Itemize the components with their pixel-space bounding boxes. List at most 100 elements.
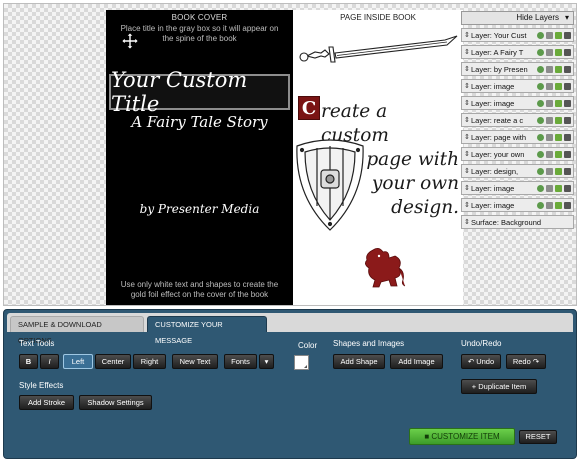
italic-button[interactable]: I [40, 354, 59, 369]
customize-item-button[interactable]: ■ CUSTOMIZE ITEM [409, 428, 515, 445]
lock-icon[interactable] [546, 150, 553, 158]
sort-handle-icon[interactable]: ⇕ [464, 218, 471, 226]
sort-handle-icon[interactable]: ⇕ [464, 31, 471, 39]
move-icon[interactable] [121, 32, 139, 50]
trash-icon[interactable] [564, 184, 571, 192]
layer-row[interactable]: ⇕ Layer: Your Cust [461, 28, 574, 42]
lock-icon[interactable] [546, 201, 553, 209]
bold-button[interactable]: B [19, 354, 38, 369]
fonts-dropdown-button[interactable]: ▾ [259, 354, 274, 369]
layer-row[interactable]: ⇕ Layer: by Presen [461, 62, 574, 76]
lock-icon[interactable] [546, 82, 553, 90]
fonts-button[interactable]: Fonts [224, 354, 257, 369]
trash-icon[interactable] [564, 48, 571, 56]
link-icon[interactable] [555, 65, 562, 73]
reset-button[interactable]: RESET [519, 430, 557, 444]
sort-handle-icon[interactable]: ⇕ [464, 167, 471, 175]
layer-row[interactable]: ⇕ Layer: reate a c [461, 113, 574, 127]
sort-handle-icon[interactable]: ⇕ [464, 133, 471, 141]
sword-image[interactable] [295, 26, 461, 70]
add-stroke-button[interactable]: Add Stroke [19, 395, 74, 410]
undo-button[interactable]: ↶ Undo [461, 354, 501, 369]
lock-icon[interactable] [546, 167, 553, 175]
lock-icon[interactable] [546, 184, 553, 192]
trash-icon[interactable] [564, 31, 571, 39]
trash-icon[interactable] [564, 133, 571, 141]
lock-icon[interactable] [546, 48, 553, 56]
sort-handle-icon[interactable]: ⇕ [464, 116, 471, 124]
align-center-button[interactable]: Center [95, 354, 131, 369]
visibility-icon[interactable] [537, 82, 544, 90]
layer-row[interactable]: ⇕ Layer: image [461, 181, 574, 195]
lock-icon[interactable] [546, 65, 553, 73]
layer-row[interactable]: ⇕ Layer: design, [461, 164, 574, 178]
spine-title-box[interactable]: Your Custom Title [109, 68, 290, 116]
link-icon[interactable] [555, 150, 562, 158]
hide-layers-button[interactable]: Hide Layers [461, 11, 574, 25]
layer-row[interactable]: ⇕ Layer: A Fairy T [461, 45, 574, 59]
layer-row[interactable]: ⇕ Layer: image [461, 198, 574, 212]
visibility-icon[interactable] [537, 133, 544, 141]
trash-icon[interactable] [564, 150, 571, 158]
visibility-icon[interactable] [537, 184, 544, 192]
shadow-settings-button[interactable]: Shadow Settings [79, 395, 152, 410]
visibility-icon[interactable] [537, 48, 544, 56]
sort-handle-icon[interactable]: ⇕ [464, 201, 471, 209]
inside-page[interactable]: PAGE INSIDE BOOK C reate a custom page w… [293, 10, 463, 305]
sort-handle-icon[interactable]: ⇕ [464, 65, 471, 73]
tab-sample-download[interactable]: SAMPLE & DOWNLOAD OPTIONS [10, 316, 144, 345]
add-image-button[interactable]: Add Image [390, 354, 443, 369]
duplicate-item-button[interactable]: + Duplicate Item [461, 379, 537, 394]
new-text-button[interactable]: New Text [172, 354, 218, 369]
visibility-icon[interactable] [537, 201, 544, 209]
link-icon[interactable] [555, 31, 562, 39]
layer-row[interactable]: ⇕ Layer: your own [461, 147, 574, 161]
layer-row[interactable]: ⇕ Layer: image [461, 79, 574, 93]
lock-icon[interactable] [546, 31, 553, 39]
align-left-button[interactable]: Left [63, 354, 93, 369]
sort-handle-icon[interactable]: ⇕ [464, 150, 471, 158]
book-cover[interactable]: BOOK COVER Place title in the gray box s… [106, 10, 293, 305]
surface-layer-row[interactable]: ⇕ Surface: Background [461, 215, 574, 229]
sort-handle-icon[interactable]: ⇕ [464, 82, 471, 90]
sort-handle-icon[interactable]: ⇕ [464, 184, 471, 192]
visibility-icon[interactable] [537, 65, 544, 73]
trash-icon[interactable] [564, 82, 571, 90]
sort-handle-icon[interactable]: ⇕ [464, 48, 471, 56]
link-icon[interactable] [555, 167, 562, 175]
align-right-button[interactable]: Right [133, 354, 166, 369]
trash-icon[interactable] [564, 65, 571, 73]
layer-row[interactable]: ⇕ Layer: image [461, 96, 574, 110]
trash-icon[interactable] [564, 167, 571, 175]
sort-handle-icon[interactable]: ⇕ [464, 99, 471, 107]
shield-image[interactable] [293, 136, 367, 232]
link-icon[interactable] [555, 82, 562, 90]
add-shape-button[interactable]: Add Shape [333, 354, 385, 369]
lion-image[interactable] [359, 246, 407, 288]
visibility-icon[interactable] [537, 116, 544, 124]
link-icon[interactable] [555, 116, 562, 124]
lock-icon[interactable] [546, 116, 553, 124]
trash-icon[interactable] [564, 99, 571, 107]
color-swatch[interactable] [294, 355, 309, 370]
visibility-icon[interactable] [537, 150, 544, 158]
lock-icon[interactable] [546, 133, 553, 141]
visibility-icon[interactable] [537, 167, 544, 175]
cover-subtitle[interactable]: A Fairy Tale Story [106, 113, 293, 131]
link-icon[interactable] [555, 48, 562, 56]
visibility-icon[interactable] [537, 99, 544, 107]
link-icon[interactable] [555, 184, 562, 192]
trash-icon[interactable] [564, 201, 571, 209]
link-icon[interactable] [555, 201, 562, 209]
cover-title[interactable]: Your Custom Title [111, 68, 288, 116]
link-icon[interactable] [555, 133, 562, 141]
layer-row[interactable]: ⇕ Layer: page with [461, 130, 574, 144]
visibility-icon[interactable] [537, 31, 544, 39]
trash-icon[interactable] [564, 116, 571, 124]
link-icon[interactable] [555, 99, 562, 107]
cover-hint-top: Place title in the gray box so it will a… [120, 24, 279, 43]
cover-author[interactable]: by Presenter Media [106, 202, 293, 216]
lock-icon[interactable] [546, 99, 553, 107]
redo-button[interactable]: Redo ↷ [506, 354, 546, 369]
tab-customize-message[interactable]: CUSTOMIZE YOUR MESSAGE [147, 316, 267, 345]
